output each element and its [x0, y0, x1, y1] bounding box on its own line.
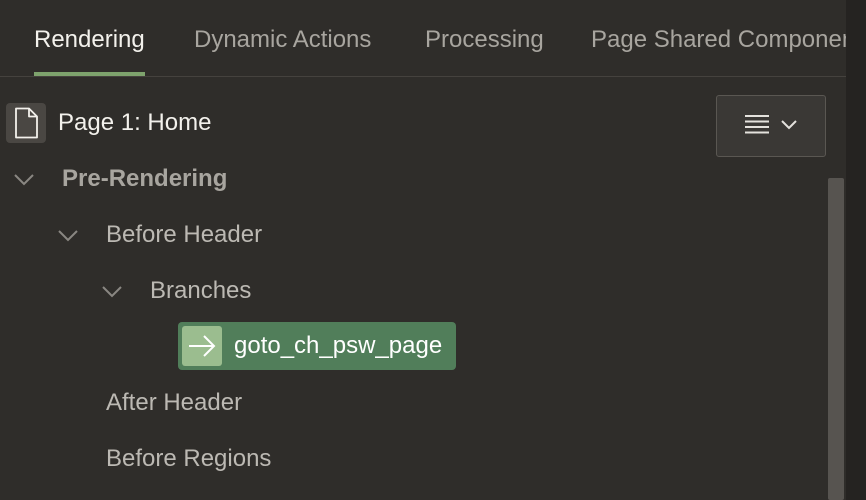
- tree-node-before-regions[interactable]: Before Regions: [106, 439, 271, 479]
- tree-node-label: Before Regions: [106, 445, 272, 472]
- chevron-down-icon: [780, 117, 798, 135]
- panel-right-edge: [846, 0, 866, 500]
- tree-node-label: After Header: [106, 389, 243, 416]
- tree-node-label: goto_ch_psw_page: [234, 332, 443, 359]
- tab-dynamic-actions-label: Dynamic Actions: [194, 26, 372, 53]
- tree-node-label: Branches: [150, 277, 252, 304]
- tab-page-shared-components[interactable]: Page Shared Componen: [591, 0, 846, 76]
- tree-node-label: Before Header: [106, 221, 263, 248]
- tree-node-label: Pre-Rendering: [62, 165, 228, 192]
- chevron-down-icon[interactable]: [100, 279, 124, 303]
- tab-processing[interactable]: Processing: [425, 0, 544, 76]
- tab-bar: Rendering Dynamic Actions Processing Pag…: [0, 0, 846, 77]
- chevron-down-icon[interactable]: [12, 167, 36, 191]
- tree-node-after-header[interactable]: After Header: [106, 383, 242, 423]
- active-tab-indicator: [34, 72, 145, 76]
- tab-page-shared-components-label: Page Shared Componen: [591, 26, 846, 53]
- tree-node-pre-rendering[interactable]: Pre-Rendering: [12, 159, 227, 199]
- tab-dynamic-actions[interactable]: Dynamic Actions: [194, 0, 371, 76]
- tree-node-before-header[interactable]: Before Header: [56, 215, 262, 255]
- tab-processing-label: Processing: [425, 26, 544, 53]
- tab-rendering-label: Rendering: [34, 26, 145, 53]
- tree-node-branches[interactable]: Branches: [100, 271, 251, 311]
- page-title: Page 1: Home: [58, 109, 212, 136]
- hamburger-menu-icon: [744, 113, 770, 140]
- chevron-down-icon[interactable]: [56, 223, 80, 247]
- tree-menu-button[interactable]: [716, 95, 826, 157]
- page-icon: [6, 103, 46, 143]
- tab-rendering[interactable]: Rendering: [34, 0, 145, 76]
- arrow-right-icon: [182, 326, 222, 366]
- tree-scrollbar-thumb[interactable]: [828, 178, 844, 500]
- tree-node-goto-ch-psw-page[interactable]: goto_ch_psw_page: [178, 322, 456, 370]
- page-root-node[interactable]: Page 1: Home: [6, 103, 211, 143]
